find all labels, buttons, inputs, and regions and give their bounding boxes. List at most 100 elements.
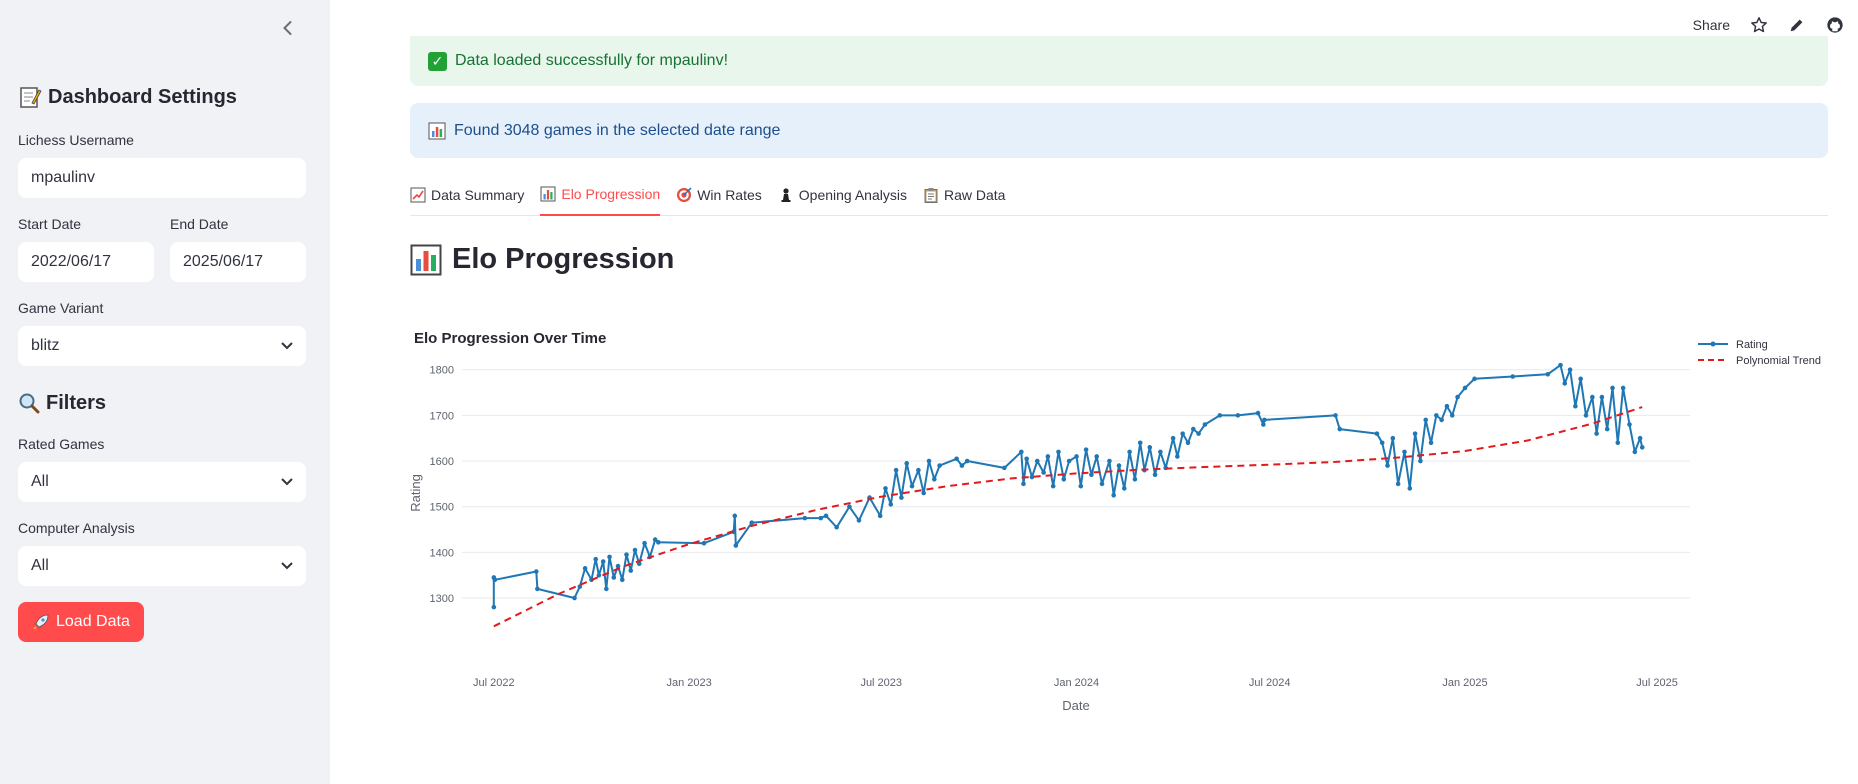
rating-point — [1137, 440, 1143, 446]
github-icon[interactable] — [1826, 16, 1844, 34]
tab-data-summary[interactable]: Data Summary — [410, 180, 524, 216]
clipboard-icon — [924, 188, 938, 203]
tab-raw-data[interactable]: Raw Data — [923, 180, 1005, 216]
rating-point — [491, 604, 497, 610]
x-tick-label: Jan 2023 — [666, 677, 711, 689]
rating-point — [733, 543, 739, 548]
y-tick-label: 1600 — [430, 456, 454, 468]
rating-point — [1418, 458, 1423, 464]
rocket-icon — [33, 614, 49, 630]
rating-point — [1255, 410, 1261, 416]
rating-point — [1196, 431, 1201, 436]
star-icon[interactable] — [1750, 16, 1768, 34]
x-tick-label: Jan 2025 — [1442, 677, 1487, 689]
info-alert: Found 3048 games in the selected date ra… — [410, 103, 1828, 158]
rating-point — [1083, 447, 1089, 452]
rating-point — [1034, 458, 1040, 464]
rating-point — [1029, 474, 1035, 480]
variant-select[interactable]: blitz — [18, 326, 306, 366]
pawn-icon — [781, 188, 791, 202]
rating-point — [1578, 376, 1583, 382]
rating-point — [899, 495, 904, 500]
legend-trend-label: Polynomial Trend — [1736, 355, 1821, 367]
share-button[interactable]: Share — [1693, 17, 1730, 33]
rating-point — [1455, 394, 1460, 400]
collapse-sidebar-icon[interactable] — [278, 18, 298, 38]
rating-point — [1599, 394, 1605, 400]
magnifier-icon — [19, 393, 40, 414]
rating-point — [1132, 477, 1138, 482]
rating-point — [1041, 470, 1046, 475]
rated-select[interactable]: All — [18, 462, 306, 502]
rating-point — [847, 504, 852, 509]
rating-point — [582, 566, 588, 571]
rating-point — [1190, 426, 1196, 432]
rating-point — [1061, 477, 1067, 482]
rating-point — [1374, 431, 1380, 436]
start-date-value: 2022/06/17 — [31, 253, 112, 270]
end-date-label: End Date — [170, 216, 229, 232]
y-tick-label: 1400 — [430, 547, 454, 559]
legend-rating-marker — [1710, 341, 1716, 347]
start-date-input[interactable]: 2022/06/17 — [18, 242, 154, 282]
rating-point — [916, 467, 921, 473]
rating-point — [1620, 385, 1626, 391]
analysis-select[interactable]: All — [18, 546, 306, 586]
rating-point — [1632, 449, 1638, 455]
rating-point — [1107, 458, 1112, 464]
rating-point — [1333, 413, 1338, 418]
rating-point — [619, 577, 625, 583]
checkmark-icon: ✓ — [428, 51, 447, 71]
rating-point — [1615, 440, 1621, 446]
dashboard-settings-heading: Dashboard Settings — [18, 82, 306, 112]
trend-series-line — [493, 406, 1643, 628]
rating-point — [1545, 371, 1551, 377]
tab-elo-progression[interactable]: Elo Progression — [540, 180, 661, 216]
x-tick-label: Jan 2024 — [1054, 677, 1099, 689]
bar-chart-icon — [428, 122, 446, 139]
tab-label: Data Summary — [431, 187, 525, 203]
rating-point — [749, 520, 755, 525]
rating-point — [1002, 465, 1007, 471]
filters-heading: Filters — [18, 388, 306, 418]
rating-point — [1428, 440, 1434, 446]
success-alert-text: Data loaded successfully for mpaulinv! — [455, 52, 729, 69]
rating-series-line — [492, 364, 1644, 608]
rating-point — [802, 515, 808, 521]
rating-point — [1610, 385, 1615, 391]
rating-point — [818, 515, 824, 521]
username-input[interactable]: mpaulinv — [18, 158, 306, 198]
edit-pencil-icon[interactable] — [1788, 16, 1806, 34]
rating-point — [904, 461, 910, 466]
bar-chart-icon — [410, 244, 442, 275]
load-data-button[interactable]: Load Data — [18, 602, 144, 642]
rating-point — [732, 513, 738, 519]
chart-up-icon — [410, 187, 426, 203]
bar-chart-icon — [540, 186, 556, 202]
rating-point — [1111, 492, 1116, 498]
analysis-label: Computer Analysis — [18, 520, 135, 536]
rating-point — [1074, 454, 1079, 459]
page-title-text: Elo Progression — [452, 243, 675, 275]
rating-point — [1462, 385, 1468, 391]
y-tick-label: 1800 — [430, 365, 454, 377]
rating-point — [1021, 481, 1026, 487]
tab-opening-analysis[interactable]: Opening Analysis — [778, 180, 907, 216]
rating-point — [877, 513, 883, 519]
tab-label: Elo Progression — [561, 186, 661, 202]
rating-point — [642, 540, 647, 546]
end-date-input[interactable]: 2025/06/17 — [170, 242, 306, 282]
rating-point — [1385, 463, 1390, 468]
rating-point — [535, 586, 540, 592]
rating-point — [1423, 417, 1429, 423]
rating-point — [1594, 431, 1599, 436]
tab-win-rates[interactable]: Win Rates — [676, 180, 762, 216]
rating-point — [1604, 426, 1610, 432]
rating-point — [1439, 417, 1444, 423]
chevron-down-icon — [281, 478, 293, 486]
rating-point — [492, 577, 498, 583]
rating-point — [593, 556, 599, 562]
rating-point — [533, 569, 539, 574]
rating-point — [1407, 486, 1413, 491]
rating-point — [959, 463, 965, 468]
